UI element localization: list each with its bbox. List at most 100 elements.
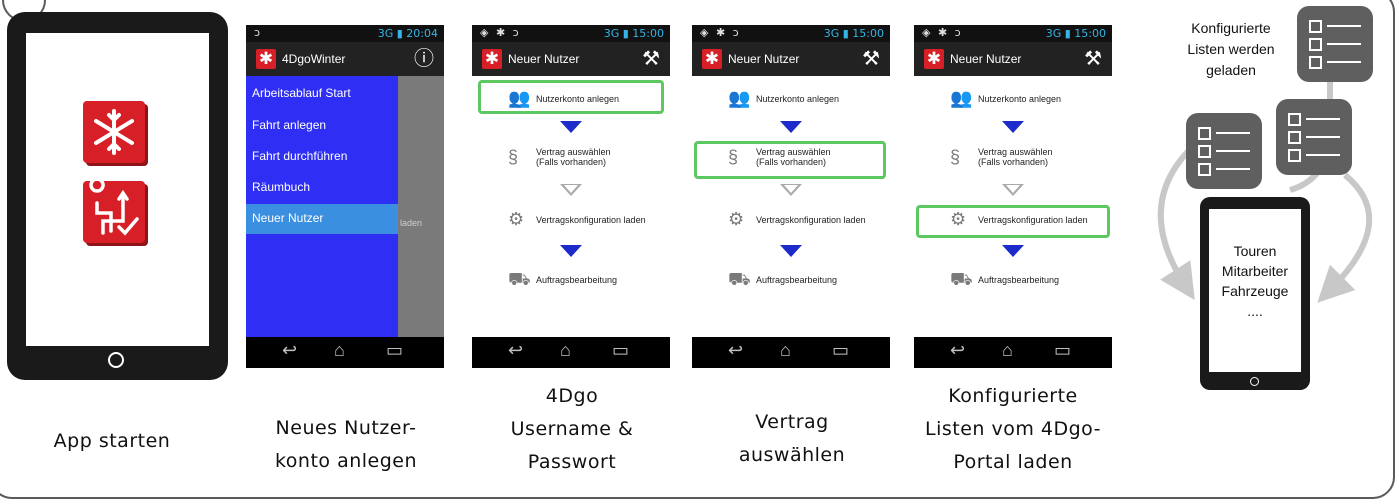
tablet-device — [7, 12, 228, 380]
snowflake-icon[interactable]: ✱ — [482, 49, 502, 69]
phone-drawer: ↄ 3G ▮ 20:04 ✱ 4DgoWinter ⓘ Arbeitsablau… — [246, 25, 444, 368]
status-icons: ↄ — [254, 26, 263, 39]
snowflake-icon[interactable]: ✱ — [702, 49, 722, 69]
status-bar: ◈ ✱ ↄ 3G ▮ 15:00 — [472, 25, 670, 42]
tablet-screen — [26, 33, 209, 346]
target-device: Touren Mitarbeiter Fahrzeuge .... — [1200, 197, 1310, 390]
dimmed-content: laden — [398, 76, 444, 337]
workflow-content: 👥 Nutzerkonto anlegen § Vertrag auswählen(… — [692, 76, 890, 337]
status-clock: 3G ▮ 15:00 — [1045, 27, 1106, 40]
caption-step2: Neues Nutzer-konto anlegen — [274, 417, 418, 472]
status-clock: 3G ▮ 15:00 — [603, 27, 664, 40]
screen-title: Neuer Nutzer — [728, 52, 800, 66]
highlight-config — [916, 205, 1110, 238]
arrow-down-icon — [560, 245, 582, 257]
truck-icon: ⛟ — [508, 269, 531, 289]
status-clock: 3G ▮ 15:00 — [823, 27, 884, 40]
status-bar: ◈ ✱ ↄ 3G ▮ 15:00 — [692, 25, 890, 42]
home-icon[interactable]: ⌂ — [560, 340, 571, 361]
status-icons: ◈ ✱ ↄ — [480, 26, 521, 39]
action-bar: ✱ Neuer Nutzer ⚒ — [692, 42, 890, 76]
back-icon[interactable]: ↩ — [508, 340, 523, 361]
screen-title: Neuer Nutzer — [508, 52, 580, 66]
hidden-content-text: laden — [400, 218, 423, 228]
route-app-icon[interactable] — [83, 177, 145, 243]
status-icons: ◈ ✱ ↄ — [700, 26, 741, 39]
nav-bar: ↩ ⌂ ▭ — [692, 337, 890, 368]
back-icon[interactable]: ↩ — [950, 340, 965, 361]
drawer-item-log[interactable]: Räumbuch — [252, 180, 310, 194]
action-bar: ✱ Neuer Nutzer ⚒ — [472, 42, 670, 76]
step-config[interactable]: ⚙ Vertragskonfiguration laden — [472, 207, 670, 233]
app-title: 4DgoWinter — [282, 52, 346, 66]
arrow-down-outline-icon — [780, 184, 802, 196]
status-bar: ↄ 3G ▮ 20:04 — [246, 25, 444, 42]
action-bar: ✱ 4DgoWinter ⓘ — [246, 42, 444, 76]
users-icon: 👥 — [950, 88, 973, 108]
caption-step4: Vertrag auswählen — [738, 411, 846, 466]
step-contract[interactable]: § Vertrag auswählen (Falls vorhanden) — [472, 145, 670, 171]
list-icon — [1276, 99, 1352, 175]
highlight-contract — [694, 141, 886, 179]
tools-icon[interactable]: ⚒ — [1084, 48, 1102, 70]
arrow-down-outline-icon — [560, 184, 582, 196]
target-device-screen: Touren Mitarbeiter Fahrzeuge .... — [1209, 209, 1301, 372]
nav-bar: ↩ ⌂ ▭ — [246, 337, 444, 368]
caption-step1: App starten — [53, 430, 171, 452]
home-button[interactable] — [108, 352, 124, 368]
arrow-path-right — [1317, 172, 1373, 303]
caption-step5: Konfigurierte Listen vom 4Dgo- Portal lade… — [924, 385, 1101, 473]
screen-title: Neuer Nutzer — [950, 52, 1022, 66]
step-account[interactable]: 👥 Nutzerkonto anlegen — [692, 86, 890, 112]
phone-config: ◈ ✱ ↄ 3G ▮ 15:00 ✱ Neuer Nutzer ⚒ 👥 Nutze… — [914, 25, 1112, 368]
step-orders[interactable]: ⛟ Auftragsbearbeitung — [472, 267, 670, 293]
step-account[interactable]: 👥 Nutzerkonto anlegen — [914, 86, 1112, 112]
snowflake-icon[interactable]: ✱ — [256, 49, 276, 69]
drawer-item-create-trip[interactable]: Fahrt anlegen — [252, 118, 326, 132]
status-bar: ◈ ✱ ↄ 3G ▮ 15:00 — [914, 25, 1112, 42]
home-button — [1250, 377, 1259, 386]
home-icon[interactable]: ⌂ — [1002, 340, 1013, 361]
status-icons: ◈ ✱ ↄ — [922, 26, 963, 39]
workflow-content: 👥 Nutzerkonto anlegen § Vertrag auswählen(… — [472, 76, 670, 337]
step-config[interactable]: ⚙ Vertragskonfiguration laden — [692, 207, 890, 233]
device-list-text: Touren Mitarbeiter Fahrzeuge .... — [1221, 243, 1289, 319]
nav-bar: ↩ ⌂ ▭ — [914, 337, 1112, 368]
arrow-down-icon — [1002, 121, 1024, 133]
info-icon[interactable]: ⓘ — [414, 48, 434, 70]
recent-apps-icon[interactable]: ▭ — [386, 340, 403, 361]
back-icon[interactable]: ↩ — [728, 340, 743, 361]
navigation-drawer: Arbeitsablauf Start Fahrt anlegen Fahrt … — [246, 76, 398, 337]
step-orders[interactable]: ⛟ Auftragsbearbeitung — [914, 267, 1112, 293]
drawer-item-workflow[interactable]: Arbeitsablauf Start — [252, 86, 351, 100]
tools-icon[interactable]: ⚒ — [862, 48, 880, 70]
users-icon: 👥 — [728, 88, 751, 108]
home-icon[interactable]: ⌂ — [780, 340, 791, 361]
arrow-down-icon — [780, 245, 802, 257]
drawer-item-run-trip[interactable]: Fahrt durchführen — [252, 149, 347, 163]
step-orders[interactable]: ⛟ Auftragsbearbeitung — [692, 267, 890, 293]
workflow-content: 👥 Nutzerkonto anlegen § Vertrag auswählen(… — [914, 76, 1112, 337]
drawer-item-new-user[interactable]: Neuer Nutzer — [252, 211, 323, 225]
back-icon[interactable]: ↩ — [282, 340, 297, 361]
step-contract[interactable]: § Vertrag auswählen (Falls vorhanden) — [914, 145, 1112, 171]
wrench-icon: ⚙ — [508, 209, 525, 229]
arrow-down-icon — [560, 121, 582, 133]
arrow-down-outline-icon — [1002, 184, 1024, 196]
action-bar: ✱ Neuer Nutzer ⚒ — [914, 42, 1112, 76]
snowflake-icon — [94, 109, 134, 155]
snowflake-app-icon[interactable] — [83, 101, 145, 163]
recent-apps-icon[interactable]: ▭ — [612, 340, 629, 361]
recent-apps-icon[interactable]: ▭ — [1054, 340, 1071, 361]
caption-step3: 4Dgo Username & Passwort — [510, 385, 634, 473]
contract-icon: § — [508, 147, 519, 167]
truck-icon: ⛟ — [950, 269, 973, 289]
phone-account: ◈ ✱ ↄ 3G ▮ 15:00 ✱ Neuer Nutzer ⚒ 👥 Nutze… — [472, 25, 670, 368]
snowflake-icon[interactable]: ✱ — [924, 49, 944, 69]
home-icon[interactable]: ⌂ — [334, 340, 345, 361]
truck-icon: ⛟ — [728, 269, 751, 289]
nav-bar: ↩ ⌂ ▭ — [472, 337, 670, 368]
tools-icon[interactable]: ⚒ — [642, 48, 660, 70]
contract-icon: § — [950, 147, 961, 167]
recent-apps-icon[interactable]: ▭ — [832, 340, 849, 361]
